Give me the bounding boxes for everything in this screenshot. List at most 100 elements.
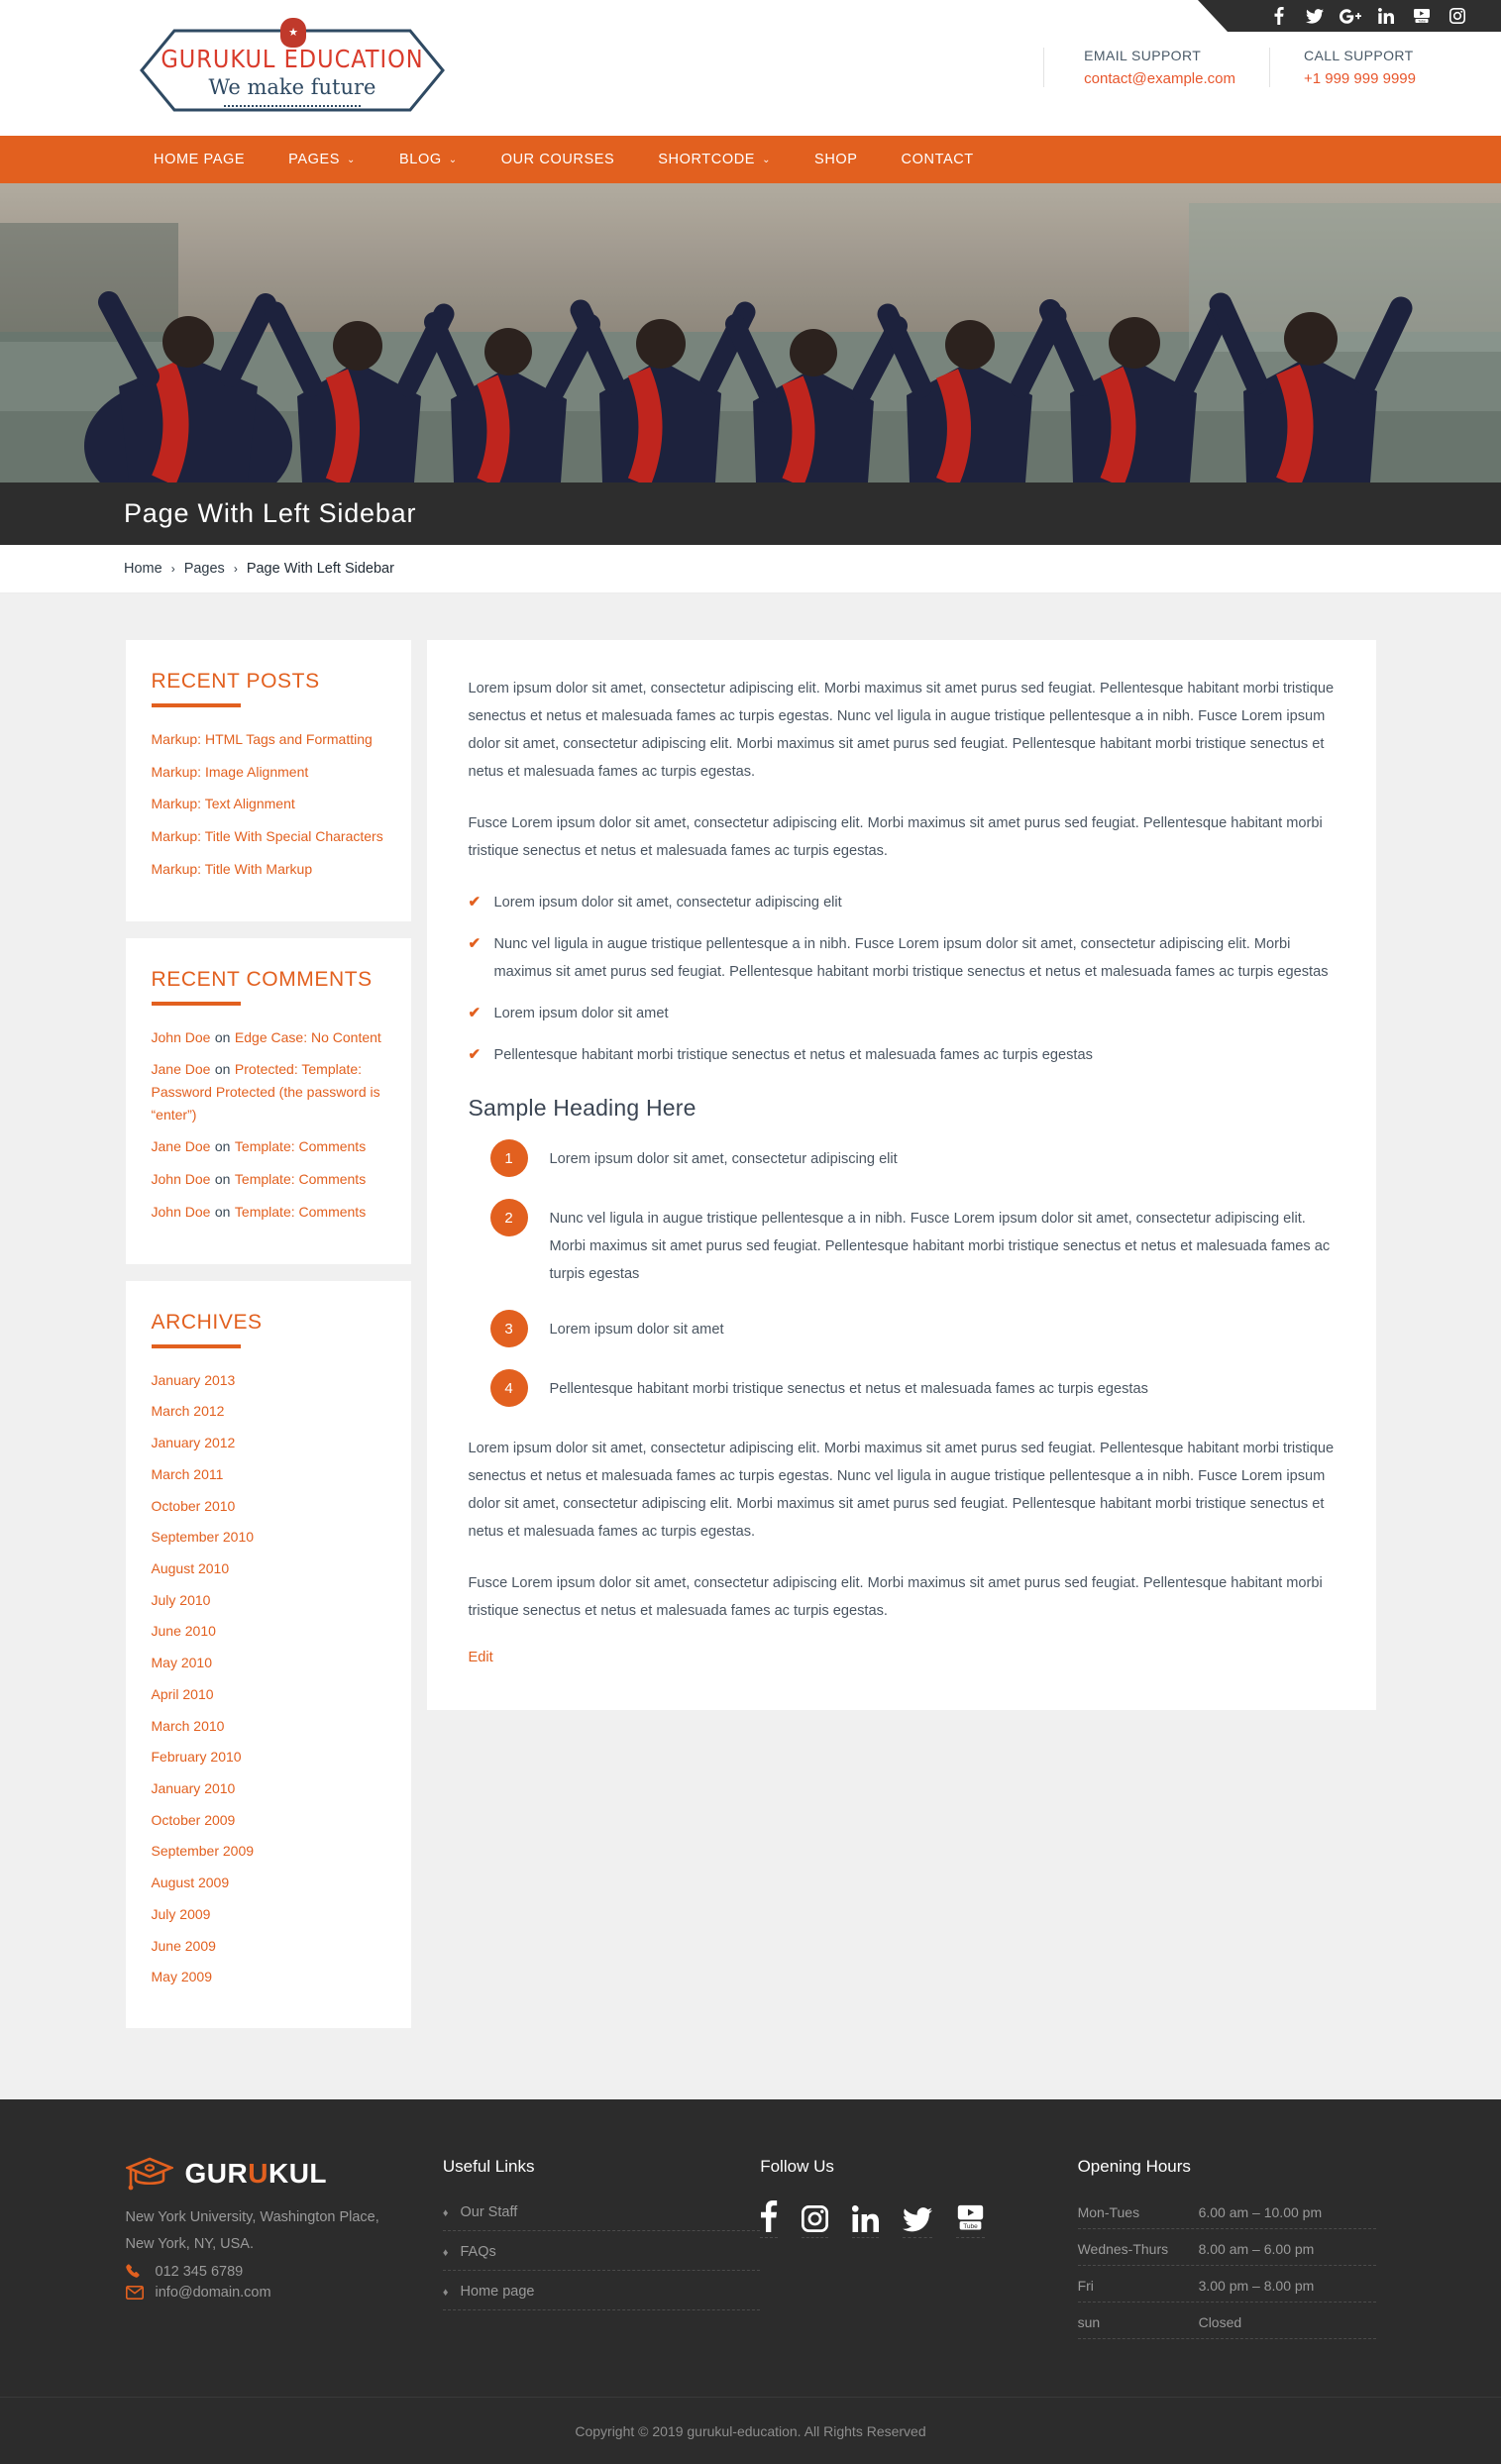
page-title-bar: Page With Left Sidebar xyxy=(0,482,1501,545)
archive-link[interactable]: January 2012 xyxy=(152,1435,236,1450)
footer-phone[interactable]: 012 345 6789 xyxy=(125,2264,443,2280)
list-item: October 2010 xyxy=(152,1496,385,1519)
youtube-icon[interactable]: Tube xyxy=(1404,0,1440,32)
comment-author-link[interactable]: John Doe xyxy=(152,1171,211,1187)
archive-link[interactable]: October 2009 xyxy=(152,1812,236,1828)
useful-link[interactable]: FAQs xyxy=(460,2244,495,2260)
twitter-icon[interactable] xyxy=(1297,0,1333,32)
archive-link[interactable]: July 2010 xyxy=(152,1592,211,1608)
table-row: Fri 3.00 pm – 8.00 pm xyxy=(1077,2274,1376,2303)
content-paragraph-1: Lorem ipsum dolor sit amet, consectetur … xyxy=(468,681,1335,781)
archive-link[interactable]: March 2011 xyxy=(152,1466,224,1482)
breadcrumb-separator-icon: › xyxy=(233,562,238,576)
footer-brand-text: GURUKUL xyxy=(185,2158,328,2190)
list-item: ✔ Lorem ipsum dolor sit amet xyxy=(469,1000,1335,1027)
nav-item-home-page[interactable]: HOME PAGE xyxy=(132,136,267,183)
page-body: RECENT POSTS Markup: HTML Tags and Forma… xyxy=(0,593,1501,2099)
list-item: John Doe on Template: Comments xyxy=(152,1169,385,1192)
recent-post-link[interactable]: Markup: Title With Markup xyxy=(152,861,313,877)
nav-item-pages[interactable]: PAGES ⌄ xyxy=(267,136,377,183)
archive-link[interactable]: February 2010 xyxy=(152,1749,242,1765)
content-paragraph-2: Fusce Lorem ipsum dolor sit amet, consec… xyxy=(468,815,1323,860)
google-plus-icon[interactable] xyxy=(1333,0,1368,32)
call-support-value[interactable]: +1 999 999 9999 xyxy=(1304,70,1416,87)
edit-link[interactable]: Edit xyxy=(469,1650,493,1665)
recent-post-link[interactable]: Markup: HTML Tags and Formatting xyxy=(152,731,373,747)
comment-post-link[interactable]: Template: Comments xyxy=(235,1171,366,1187)
footer-follow-column: Follow Us Tube xyxy=(760,2157,1077,2347)
list-item: August 2009 xyxy=(152,1873,385,1895)
archive-link[interactable]: April 2010 xyxy=(152,1686,214,1702)
list-item: Markup: Text Alignment xyxy=(152,794,385,816)
email-support-value[interactable]: contact@example.com xyxy=(1084,70,1235,87)
breadcrumb-separator-icon: › xyxy=(170,562,175,576)
list-item: 3 Lorem ipsum dolor sit amet xyxy=(469,1310,1335,1348)
youtube-icon[interactable]: Tube xyxy=(956,2200,986,2238)
useful-link[interactable]: Our Staff xyxy=(460,2204,517,2220)
comment-post-link[interactable]: Template: Comments xyxy=(235,1204,366,1220)
chevron-down-icon: ⌄ xyxy=(347,154,357,165)
instagram-icon[interactable] xyxy=(802,2200,829,2238)
check-icon: ✔ xyxy=(468,1005,482,1022)
comment-author-link[interactable]: John Doe xyxy=(152,1204,211,1220)
archive-link[interactable]: August 2009 xyxy=(152,1875,230,1890)
widget-title-recent-posts: RECENT POSTS xyxy=(151,670,320,693)
archive-link[interactable]: September 2009 xyxy=(152,1843,255,1859)
recent-post-link[interactable]: Markup: Text Alignment xyxy=(152,796,295,811)
breadcrumb-item-home[interactable]: Home xyxy=(124,561,162,577)
facebook-icon[interactable] xyxy=(1261,0,1297,32)
hours-time: Closed xyxy=(1198,2314,1242,2330)
footer-address: New York University, Washington Place, N… xyxy=(126,2204,443,2258)
facebook-icon[interactable] xyxy=(760,2200,779,2238)
list-item: ✔ Pellentesque habitant morbi tristique s… xyxy=(469,1041,1335,1069)
archive-link[interactable]: January 2013 xyxy=(152,1372,236,1388)
check-item-text: Lorem ipsum dolor sit amet xyxy=(493,1006,669,1022)
site-logo[interactable]: ★ GURUKUL EDUCATION We make future xyxy=(139,18,446,113)
archive-link[interactable]: August 2010 xyxy=(152,1560,230,1576)
nav-item-our-courses[interactable]: OUR COURSES xyxy=(480,136,637,183)
logo-underline xyxy=(224,105,361,107)
archive-link[interactable]: June 2010 xyxy=(152,1623,216,1639)
check-icon: ✔ xyxy=(468,1046,482,1064)
comment-author-link[interactable]: Jane Doe xyxy=(152,1061,211,1077)
call-support-label: CALL SUPPORT xyxy=(1303,48,1414,63)
footer-logo[interactable]: GURUKUL xyxy=(125,2157,443,2191)
archive-link[interactable]: September 2010 xyxy=(152,1529,255,1545)
recent-post-link[interactable]: Markup: Title With Special Characters xyxy=(152,828,383,844)
linkedin-icon[interactable] xyxy=(1368,0,1404,32)
nav-item-contact[interactable]: CONTACT xyxy=(880,136,996,183)
archive-link[interactable]: June 2009 xyxy=(152,1938,216,1954)
recent-post-link[interactable]: Markup: Image Alignment xyxy=(152,764,309,780)
check-item-text: Pellentesque habitant morbi tristique se… xyxy=(493,1047,1093,1064)
nav-item-shortcode[interactable]: SHORTCODE ⌄ xyxy=(636,136,793,183)
comment-author-link[interactable]: Jane Doe xyxy=(152,1138,211,1154)
list-item: Jane Doe on Protected: Template: Passwor… xyxy=(152,1059,385,1126)
archive-link[interactable]: January 2010 xyxy=(152,1780,236,1796)
comment-post-link[interactable]: Edge Case: No Content xyxy=(235,1029,381,1045)
archive-link[interactable]: July 2009 xyxy=(152,1906,211,1922)
instagram-icon[interactable] xyxy=(1440,0,1475,32)
list-item: April 2010 xyxy=(152,1684,385,1707)
table-row: Wednes-Thurs 8.00 am – 6.00 pm xyxy=(1077,2237,1376,2266)
nav-label: SHOP xyxy=(814,152,858,167)
footer-email[interactable]: info@domain.com xyxy=(125,2285,443,2301)
list-item: March 2012 xyxy=(152,1401,385,1424)
logo-name: GURUKUL EDUCATION xyxy=(161,45,424,73)
archive-link[interactable]: March 2012 xyxy=(152,1403,225,1419)
archive-link[interactable]: May 2010 xyxy=(152,1655,212,1670)
twitter-icon[interactable] xyxy=(903,2200,933,2238)
comment-post-link[interactable]: Template: Comments xyxy=(235,1138,366,1154)
nav-label: BLOG xyxy=(399,152,442,167)
archive-link[interactable]: March 2010 xyxy=(152,1718,225,1734)
archive-link[interactable]: October 2010 xyxy=(152,1498,236,1514)
archives-list: January 2013 March 2012 January 2012 Mar… xyxy=(152,1370,385,1989)
linkedin-icon[interactable] xyxy=(852,2200,880,2238)
list-item: July 2010 xyxy=(152,1590,385,1613)
nav-item-shop[interactable]: SHOP xyxy=(793,136,880,183)
useful-link[interactable]: Home page xyxy=(460,2284,534,2300)
graduation-photo xyxy=(0,183,1501,482)
breadcrumb-item-pages[interactable]: Pages xyxy=(184,561,225,577)
comment-author-link[interactable]: John Doe xyxy=(152,1029,211,1045)
nav-item-blog[interactable]: BLOG ⌄ xyxy=(377,136,480,183)
archive-link[interactable]: May 2009 xyxy=(152,1969,212,1984)
